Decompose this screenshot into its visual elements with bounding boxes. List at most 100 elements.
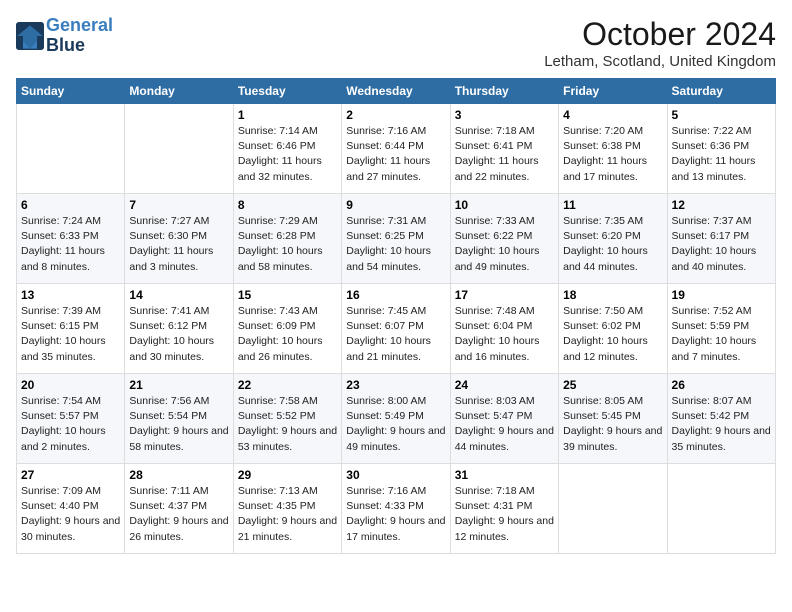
day-detail: Sunrise: 7:33 AMSunset: 6:22 PMDaylight:… — [455, 214, 554, 275]
day-number: 20 — [21, 378, 120, 392]
day-detail: Sunrise: 8:00 AMSunset: 5:49 PMDaylight:… — [346, 394, 445, 455]
col-header-tuesday: Tuesday — [233, 79, 341, 104]
day-number: 27 — [21, 468, 120, 482]
day-detail: Sunrise: 7:27 AMSunset: 6:30 PMDaylight:… — [129, 214, 228, 275]
day-number: 28 — [129, 468, 228, 482]
logo: General Blue — [16, 16, 113, 56]
month-title: October 2024 — [544, 16, 776, 53]
day-number: 12 — [672, 198, 771, 212]
day-number: 3 — [455, 108, 554, 122]
day-detail: Sunrise: 7:48 AMSunset: 6:04 PMDaylight:… — [455, 304, 554, 365]
day-number: 15 — [238, 288, 337, 302]
location-subtitle: Letham, Scotland, United Kingdom — [544, 53, 776, 70]
day-detail: Sunrise: 7:52 AMSunset: 5:59 PMDaylight:… — [672, 304, 771, 365]
logo-icon — [16, 22, 44, 50]
day-detail: Sunrise: 7:29 AMSunset: 6:28 PMDaylight:… — [238, 214, 337, 275]
calendar-cell — [17, 104, 125, 194]
day-detail: Sunrise: 7:11 AMSunset: 4:37 PMDaylight:… — [129, 484, 228, 545]
day-number: 2 — [346, 108, 445, 122]
day-detail: Sunrise: 7:24 AMSunset: 6:33 PMDaylight:… — [21, 214, 120, 275]
calendar-cell — [559, 464, 667, 554]
calendar-table: SundayMondayTuesdayWednesdayThursdayFrid… — [16, 78, 776, 554]
calendar-cell: 16 Sunrise: 7:45 AMSunset: 6:07 PMDayligh… — [342, 284, 450, 374]
day-number: 30 — [346, 468, 445, 482]
calendar-cell: 2 Sunrise: 7:16 AMSunset: 6:44 PMDaylight… — [342, 104, 450, 194]
day-number: 1 — [238, 108, 337, 122]
day-number: 7 — [129, 198, 228, 212]
day-number: 13 — [21, 288, 120, 302]
calendar-cell: 13 Sunrise: 7:39 AMSunset: 6:15 PMDayligh… — [17, 284, 125, 374]
calendar-cell: 30 Sunrise: 7:16 AMSunset: 4:33 PMDayligh… — [342, 464, 450, 554]
day-number: 26 — [672, 378, 771, 392]
calendar-cell: 22 Sunrise: 7:58 AMSunset: 5:52 PMDayligh… — [233, 374, 341, 464]
col-header-monday: Monday — [125, 79, 233, 104]
calendar-cell — [667, 464, 775, 554]
calendar-cell: 18 Sunrise: 7:50 AMSunset: 6:02 PMDayligh… — [559, 284, 667, 374]
calendar-cell: 31 Sunrise: 7:18 AMSunset: 4:31 PMDayligh… — [450, 464, 558, 554]
col-header-wednesday: Wednesday — [342, 79, 450, 104]
day-detail: Sunrise: 7:20 AMSunset: 6:38 PMDaylight:… — [563, 124, 662, 185]
day-detail: Sunrise: 7:31 AMSunset: 6:25 PMDaylight:… — [346, 214, 445, 275]
calendar-cell: 29 Sunrise: 7:13 AMSunset: 4:35 PMDayligh… — [233, 464, 341, 554]
day-number: 31 — [455, 468, 554, 482]
day-number: 29 — [238, 468, 337, 482]
day-number: 17 — [455, 288, 554, 302]
day-number: 24 — [455, 378, 554, 392]
calendar-cell: 4Sunrise: 7:20 AMSunset: 6:38 PMDaylight… — [559, 104, 667, 194]
calendar-cell: 19 Sunrise: 7:52 AMSunset: 5:59 PMDayligh… — [667, 284, 775, 374]
calendar-cell: 1 Sunrise: 7:14 AMSunset: 6:46 PMDaylight… — [233, 104, 341, 194]
day-detail: Sunrise: 7:16 AMSunset: 4:33 PMDaylight:… — [346, 484, 445, 545]
title-block: October 2024 Letham, Scotland, United Ki… — [544, 16, 776, 70]
col-header-saturday: Saturday — [667, 79, 775, 104]
day-detail: Sunrise: 7:37 AMSunset: 6:17 PMDaylight:… — [672, 214, 771, 275]
page-header: General Blue October 2024 Letham, Scotla… — [16, 16, 776, 70]
day-number: 22 — [238, 378, 337, 392]
day-number: 11 — [563, 198, 662, 212]
calendar-cell: 8 Sunrise: 7:29 AMSunset: 6:28 PMDaylight… — [233, 194, 341, 284]
calendar-cell — [125, 104, 233, 194]
day-detail: Sunrise: 8:03 AMSunset: 5:47 PMDaylight:… — [455, 394, 554, 455]
day-number: 10 — [455, 198, 554, 212]
day-detail: Sunrise: 7:45 AMSunset: 6:07 PMDaylight:… — [346, 304, 445, 365]
day-detail: Sunrise: 7:22 AMSunset: 6:36 PMDaylight:… — [672, 124, 771, 185]
logo-text: General Blue — [46, 16, 113, 56]
day-detail: Sunrise: 7:14 AMSunset: 6:46 PMDaylight:… — [238, 124, 337, 185]
calendar-cell: 11 Sunrise: 7:35 AMSunset: 6:20 PMDayligh… — [559, 194, 667, 284]
day-number: 9 — [346, 198, 445, 212]
day-number: 23 — [346, 378, 445, 392]
day-detail: Sunrise: 7:58 AMSunset: 5:52 PMDaylight:… — [238, 394, 337, 455]
day-detail: Sunrise: 7:43 AMSunset: 6:09 PMDaylight:… — [238, 304, 337, 365]
day-number: 8 — [238, 198, 337, 212]
calendar-cell: 7 Sunrise: 7:27 AMSunset: 6:30 PMDaylight… — [125, 194, 233, 284]
day-number: 19 — [672, 288, 771, 302]
calendar-cell: 5 Sunrise: 7:22 AMSunset: 6:36 PMDaylight… — [667, 104, 775, 194]
day-number: 6 — [21, 198, 120, 212]
calendar-cell: 23 Sunrise: 8:00 AMSunset: 5:49 PMDayligh… — [342, 374, 450, 464]
day-number: 16 — [346, 288, 445, 302]
calendar-cell: 15 Sunrise: 7:43 AMSunset: 6:09 PMDayligh… — [233, 284, 341, 374]
day-detail: Sunrise: 7:18 AMSunset: 4:31 PMDaylight:… — [455, 484, 554, 545]
day-detail: Sunrise: 7:54 AMSunset: 5:57 PMDaylight:… — [21, 394, 120, 455]
day-number: 18 — [563, 288, 662, 302]
day-detail: Sunrise: 7:16 AMSunset: 6:44 PMDaylight:… — [346, 124, 445, 185]
day-detail: Sunrise: 7:39 AMSunset: 6:15 PMDaylight:… — [21, 304, 120, 365]
day-detail: Sunrise: 7:18 AMSunset: 6:41 PMDaylight:… — [455, 124, 554, 185]
calendar-cell: 6 Sunrise: 7:24 AMSunset: 6:33 PMDaylight… — [17, 194, 125, 284]
calendar-cell: 17 Sunrise: 7:48 AMSunset: 6:04 PMDayligh… — [450, 284, 558, 374]
day-number: 5 — [672, 108, 771, 122]
day-detail: Sunrise: 7:41 AMSunset: 6:12 PMDaylight:… — [129, 304, 228, 365]
calendar-cell: 26Sunrise: 8:07 AMSunset: 5:42 PMDayligh… — [667, 374, 775, 464]
day-detail: Sunrise: 7:35 AMSunset: 6:20 PMDaylight:… — [563, 214, 662, 275]
day-detail: Sunrise: 7:56 AMSunset: 5:54 PMDaylight:… — [129, 394, 228, 455]
day-number: 14 — [129, 288, 228, 302]
day-detail: Sunrise: 7:50 AMSunset: 6:02 PMDaylight:… — [563, 304, 662, 365]
day-number: 25 — [563, 378, 662, 392]
day-detail: Sunrise: 7:13 AMSunset: 4:35 PMDaylight:… — [238, 484, 337, 545]
calendar-cell: 3 Sunrise: 7:18 AMSunset: 6:41 PMDaylight… — [450, 104, 558, 194]
calendar-cell: 10 Sunrise: 7:33 AMSunset: 6:22 PMDayligh… — [450, 194, 558, 284]
day-detail: Sunrise: 7:09 AMSunset: 4:40 PMDaylight:… — [21, 484, 120, 545]
calendar-cell: 12 Sunrise: 7:37 AMSunset: 6:17 PMDayligh… — [667, 194, 775, 284]
calendar-cell: 27 Sunrise: 7:09 AMSunset: 4:40 PMDayligh… — [17, 464, 125, 554]
col-header-friday: Friday — [559, 79, 667, 104]
calendar-cell: 9 Sunrise: 7:31 AMSunset: 6:25 PMDaylight… — [342, 194, 450, 284]
